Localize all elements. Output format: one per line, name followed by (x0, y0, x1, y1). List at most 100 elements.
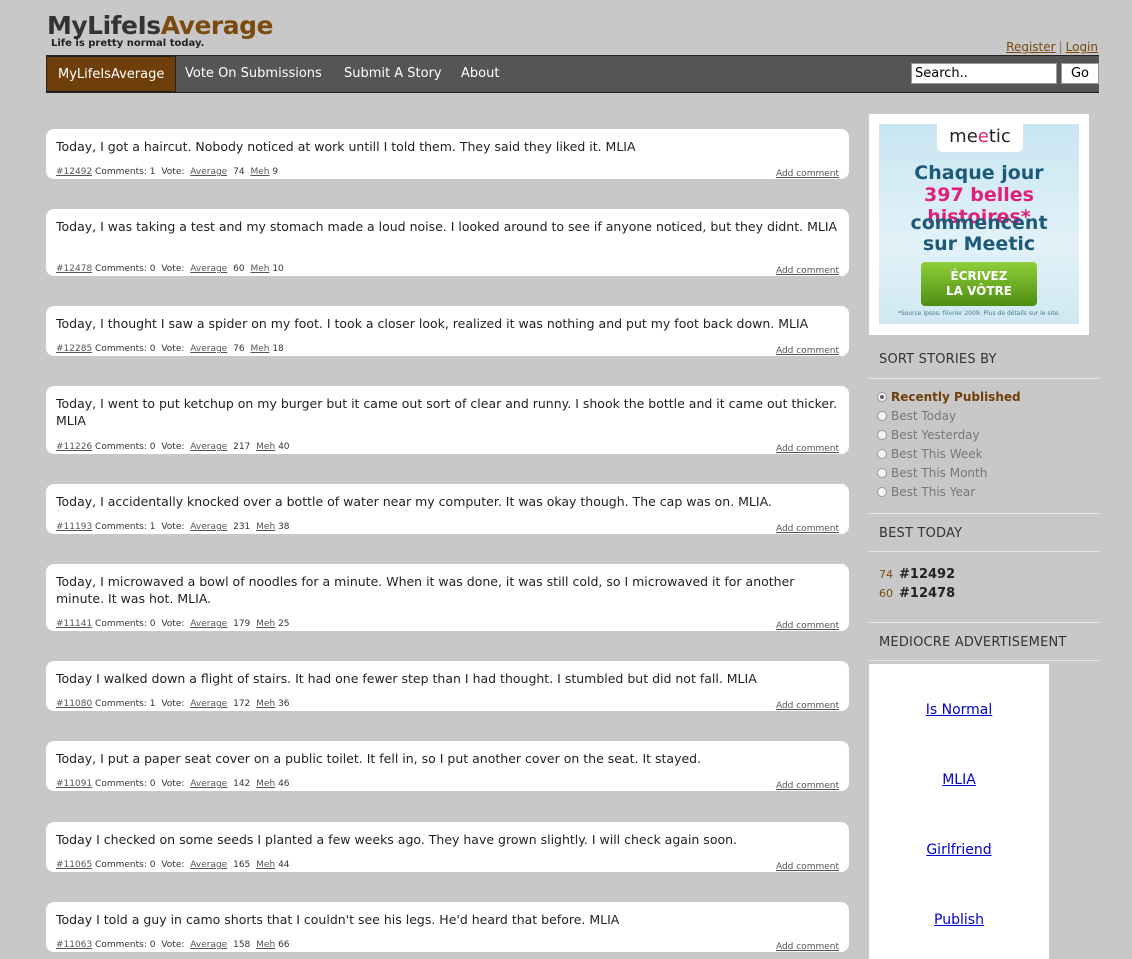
vote-average-button[interactable]: Average (190, 167, 227, 177)
add-comment-link[interactable]: Add comment (776, 346, 839, 356)
vote-average-button[interactable]: Average (190, 619, 227, 629)
site-logo[interactable]: MyLifeIsAverage Life is pretty normal to… (47, 12, 273, 50)
meh-count: 25 (278, 619, 290, 629)
vote-average-button[interactable]: Average (190, 940, 227, 950)
add-comment-link[interactable]: Add comment (776, 444, 839, 454)
vote-meh-button[interactable]: Meh (250, 167, 269, 177)
vote-meh-button[interactable]: Meh (256, 442, 275, 452)
meetic-ad-box[interactable]: meetic Chaque jour 397 belles histoires*… (869, 114, 1089, 335)
mediocre-link-is-normal[interactable]: Is Normal (869, 702, 1049, 718)
vote-average-button[interactable]: Average (190, 699, 227, 709)
login-link[interactable]: Login (1066, 40, 1098, 54)
radio-button[interactable] (877, 468, 887, 478)
nav-item-about[interactable]: About (461, 56, 499, 92)
story-id-link[interactable]: #11080 (56, 699, 92, 709)
story-id-link[interactable]: #11065 (56, 860, 92, 870)
meh-count: 10 (272, 264, 284, 274)
story-id-link[interactable]: #12478 (56, 264, 92, 274)
logo-title: MyLifeIsAverage (47, 12, 273, 40)
radio-button[interactable] (877, 449, 887, 459)
best-today-row: 74 #12492 (879, 565, 955, 583)
sort-option-best-month[interactable]: Best This Month (877, 465, 987, 481)
vote-label: Vote: (161, 619, 185, 629)
story-text: Today, I was taking a test and my stomac… (56, 219, 838, 234)
vote-meh-button[interactable]: Meh (250, 264, 269, 274)
register-link[interactable]: Register (1006, 40, 1055, 54)
ad-footnote: *Source Ipsos: février 2009. Plus de dét… (897, 310, 1061, 317)
average-count: 165 (233, 860, 251, 870)
mediocre-link-girlfriend[interactable]: Girlfriend (869, 842, 1049, 858)
auth-links: Register | Login (1006, 40, 1098, 54)
story-id-link[interactable]: #11063 (56, 940, 92, 950)
story-meta: #12285 Comments: 0 Vote: Average 76 Meh … (56, 344, 284, 354)
add-comment-link[interactable]: Add comment (776, 621, 839, 631)
story-comment-count: Comments: 0 (95, 264, 156, 274)
vote-average-button[interactable]: Average (190, 522, 227, 532)
add-comment-link[interactable]: Add comment (776, 942, 839, 952)
mediocre-link-mlia[interactable]: MLIA (869, 772, 1049, 788)
vote-label: Vote: (161, 779, 185, 789)
vote-meh-button[interactable]: Meh (256, 860, 275, 870)
story-comment-count: Comments: 0 (95, 940, 156, 950)
vote-meh-button[interactable]: Meh (256, 522, 275, 532)
vote-average-button[interactable]: Average (190, 344, 227, 354)
vote-meh-button[interactable]: Meh (256, 779, 275, 789)
meh-count: 66 (278, 940, 290, 950)
story-id-link[interactable]: #12492 (56, 167, 92, 177)
story-id-link[interactable]: #12285 (56, 344, 92, 354)
mediocre-link-publish[interactable]: Publish (869, 912, 1049, 928)
story-meta: #11141 Comments: 0 Vote: Average 179 Meh… (56, 619, 290, 629)
story-text: Today, I thought I saw a spider on my fo… (56, 316, 809, 331)
vote-meh-button[interactable]: Meh (256, 699, 275, 709)
average-count: 172 (233, 699, 251, 709)
add-comment-link[interactable]: Add comment (776, 266, 839, 276)
radio-button[interactable] (877, 392, 887, 402)
add-comment-link[interactable]: Add comment (776, 169, 839, 179)
story-text: Today I walked down a flight of stairs. … (56, 671, 757, 686)
sort-option-best-today[interactable]: Best Today (877, 408, 956, 424)
story-meta: #11193 Comments: 1 Vote: Average 231 Meh… (56, 522, 290, 532)
add-comment-link[interactable]: Add comment (776, 524, 839, 534)
nav-item-home[interactable]: MyLifeIsAverage (46, 56, 177, 92)
ad-cta-button[interactable]: ÉCRIVEZ LA VÔTRE (921, 262, 1037, 306)
add-comment-link[interactable]: Add comment (776, 701, 839, 711)
mediocre-ad-heading: MEDIOCRE ADVERTISEMENT (879, 635, 1067, 650)
radio-button[interactable] (877, 430, 887, 440)
sort-heading: SORT STORIES BY (879, 352, 997, 367)
meh-count: 9 (272, 167, 279, 177)
sort-option-recent[interactable]: Recently Published (877, 389, 1021, 405)
vote-average-button[interactable]: Average (190, 442, 227, 452)
vote-average-button[interactable]: Average (190, 860, 227, 870)
best-today-story-link[interactable]: #12492 (899, 567, 955, 582)
story-id-link[interactable]: #11193 (56, 522, 92, 532)
vote-average-button[interactable]: Average (190, 264, 227, 274)
story-id-link[interactable]: #11141 (56, 619, 92, 629)
ad-brand-heart-e: e (977, 126, 989, 147)
radio-button[interactable] (877, 411, 887, 421)
story-id-link[interactable]: #11226 (56, 442, 92, 452)
meh-count: 46 (278, 779, 290, 789)
sort-option-best-week[interactable]: Best This Week (877, 446, 983, 462)
search-go-button[interactable]: Go (1061, 63, 1099, 84)
vote-meh-button[interactable]: Meh (256, 619, 275, 629)
radio-button[interactable] (877, 487, 887, 497)
search-input[interactable] (911, 63, 1057, 84)
story-id-link[interactable]: #11091 (56, 779, 92, 789)
story-comment-count: Comments: 0 (95, 779, 156, 789)
add-comment-link[interactable]: Add comment (776, 781, 839, 791)
average-count: 217 (233, 442, 251, 452)
best-today-heading: BEST TODAY (879, 526, 963, 541)
story-text: Today, I got a haircut. Nobody noticed a… (56, 139, 636, 154)
sort-option-best-yesterday[interactable]: Best Yesterday (877, 427, 980, 443)
nav-item-submit[interactable]: Submit A Story (344, 56, 442, 92)
nav-item-vote[interactable]: Vote On Submissions (185, 56, 322, 92)
best-today-story-link[interactable]: #12478 (899, 586, 955, 601)
meetic-ad-banner[interactable]: meetic Chaque jour 397 belles histoires*… (879, 124, 1079, 324)
add-comment-link[interactable]: Add comment (776, 862, 839, 872)
vote-average-button[interactable]: Average (190, 779, 227, 789)
story-text: Today, I accidentally knocked over a bot… (56, 494, 772, 509)
vote-meh-button[interactable]: Meh (256, 940, 275, 950)
vote-meh-button[interactable]: Meh (250, 344, 269, 354)
average-count: 179 (233, 619, 251, 629)
sort-option-best-year[interactable]: Best This Year (877, 484, 975, 500)
